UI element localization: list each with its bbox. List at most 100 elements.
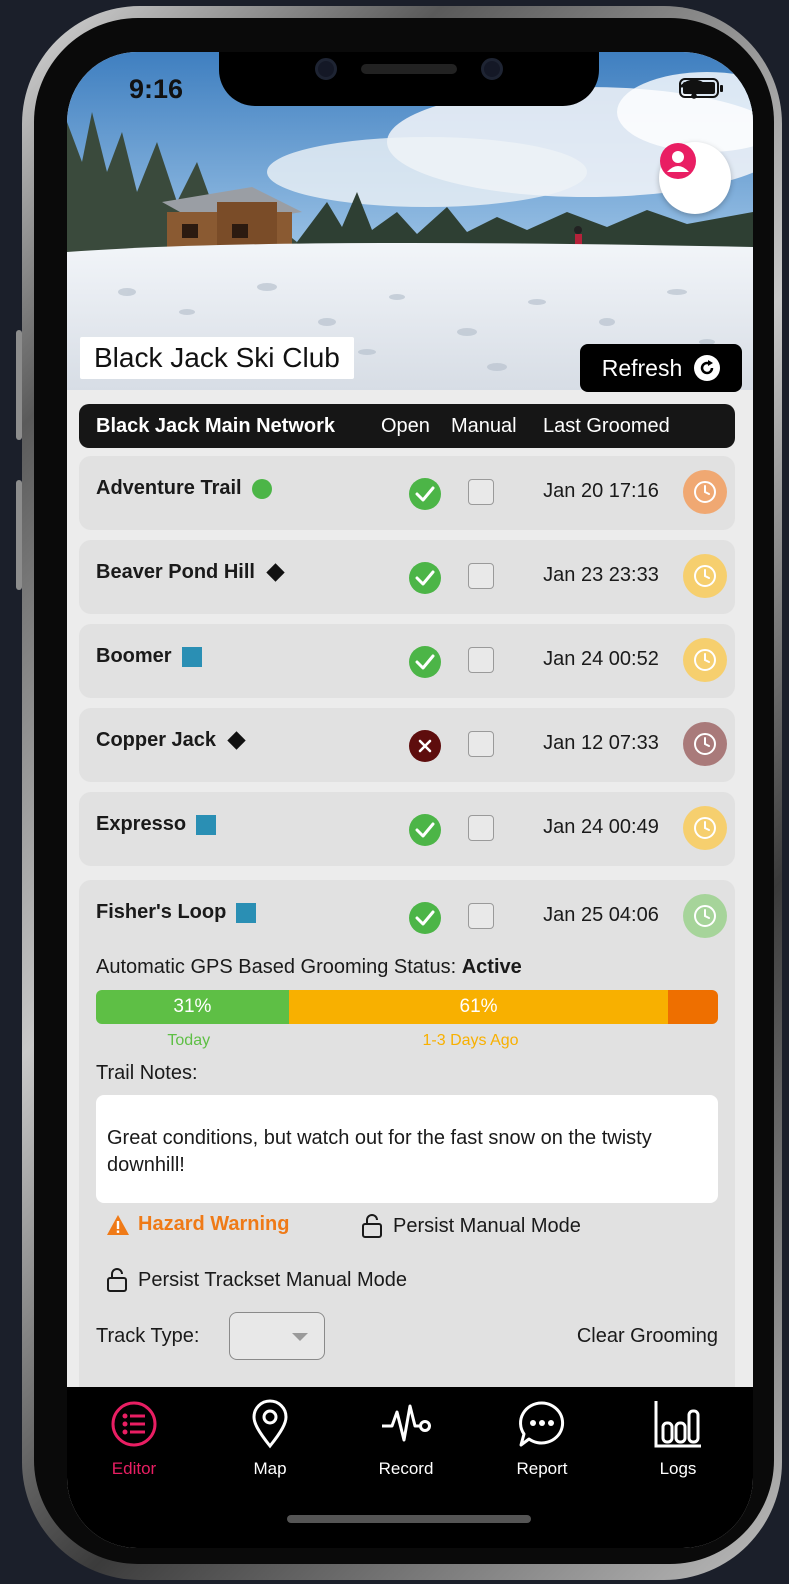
bar-label-recent: 1-3 Days Ago — [422, 1032, 519, 1049]
last-groomed-time: Jan 24 00:49 — [543, 816, 659, 838]
trail-name-label: Expresso — [96, 813, 187, 835]
bar-chart-icon — [618, 1397, 738, 1451]
open-check-icon[interactable] — [409, 902, 441, 934]
last-groomed-time: Jan 23 23:33 — [543, 564, 659, 586]
persist-manual-label: Persist Manual Mode — [393, 1214, 581, 1237]
column-last-groomed: Last Groomed — [543, 415, 670, 437]
trail-row[interactable]: Boomer Jan 24 00:52 — [79, 624, 735, 698]
manual-checkbox[interactable] — [468, 647, 494, 673]
hero-image: 9:16 Black Jack Ski Club — [67, 52, 753, 390]
gps-status-line: Automatic GPS Based Grooming Status: Act… — [96, 956, 522, 979]
network-name: Black Jack Main Network — [96, 415, 335, 437]
trail-row[interactable]: Adventure Trail Jan 20 17:16 — [79, 456, 735, 530]
last-groomed-time: Jan 12 07:33 — [543, 732, 659, 754]
manual-checkbox[interactable] — [468, 815, 494, 841]
gps-status-value: Active — [461, 956, 522, 978]
battery-icon — [679, 78, 723, 98]
gps-status-label: Automatic GPS Based Grooming Status: — [96, 956, 457, 978]
home-indicator — [287, 1515, 531, 1523]
clock-icon[interactable] — [683, 894, 727, 938]
last-groomed-time: Jan 20 17:16 — [543, 480, 659, 502]
status-icons — [679, 78, 723, 99]
unlock-icon — [362, 1214, 382, 1238]
trail-name: Copper Jack — [96, 729, 246, 752]
device-notch — [219, 52, 599, 106]
trail-row[interactable]: Fisher's Loop Jan 25 04:06 — [79, 880, 735, 954]
manual-checkbox[interactable] — [468, 563, 494, 589]
trail-row[interactable]: Expresso Jan 24 00:49 — [79, 792, 735, 866]
trail-row[interactable]: Copper Jack Jan 12 07:33 — [79, 708, 735, 782]
clock-icon[interactable] — [683, 554, 727, 598]
camera-icon — [315, 58, 337, 80]
open-check-icon[interactable] — [409, 814, 441, 846]
map-pin-icon — [210, 1397, 330, 1451]
tab-map-label: Map — [253, 1459, 287, 1478]
track-type-select[interactable] — [229, 1312, 325, 1360]
bar-label-today: Today — [167, 1032, 211, 1049]
tab-report-label: Report — [516, 1459, 568, 1478]
closed-x-icon[interactable] — [409, 730, 441, 762]
app-screen: 9:16 Black Jack Ski Club Refresh Black J… — [67, 52, 753, 1548]
trail-name-label: Fisher's Loop — [96, 901, 227, 923]
bar-segment-today: 31% — [96, 990, 289, 1024]
tab-record[interactable]: Record — [346, 1397, 466, 1479]
blue-square-icon — [236, 902, 257, 923]
trail-name-label: Copper Jack — [96, 729, 217, 751]
trail-name-label: Beaver Pond Hill — [96, 561, 255, 583]
tab-map[interactable]: Map — [210, 1397, 330, 1479]
network-header: Black Jack Main Network Open Manual Last… — [79, 404, 735, 448]
hazard-warning-label: Hazard Warning — [138, 1213, 290, 1235]
speaker-grille — [361, 64, 457, 74]
tab-bar: Editor Map Record Report Logs — [67, 1387, 753, 1548]
sensor-icon — [481, 58, 503, 80]
open-check-icon[interactable] — [409, 478, 441, 510]
tab-editor-label: Editor — [111, 1459, 157, 1478]
chat-bubble-icon — [482, 1397, 602, 1451]
manual-checkbox[interactable] — [468, 479, 494, 505]
trail-name: Fisher's Loop — [96, 901, 257, 924]
trail-notes-box[interactable]: Great conditions, but watch out for the … — [96, 1095, 718, 1203]
clear-grooming-button[interactable]: Clear Grooming — [577, 1325, 718, 1348]
list-icon — [74, 1397, 194, 1451]
refresh-label: Refresh — [601, 354, 683, 381]
unlock-icon — [107, 1268, 127, 1292]
trail-notes-label: Trail Notes: — [96, 1062, 198, 1084]
tab-editor[interactable]: Editor — [74, 1397, 194, 1479]
open-check-icon[interactable] — [409, 562, 441, 594]
last-groomed-time: Jan 25 04:06 — [543, 904, 659, 926]
hazard-warning-button[interactable]: Hazard Warning — [106, 1213, 290, 1236]
volume-button — [16, 480, 22, 590]
tab-logs[interactable]: Logs — [618, 1397, 738, 1479]
clock-icon[interactable] — [683, 722, 727, 766]
status-time: 9:16 — [129, 74, 184, 104]
trail-name-label: Boomer — [96, 645, 172, 667]
persist-manual-toggle[interactable]: Persist Manual Mode — [361, 1213, 581, 1239]
persist-trackset-toggle[interactable]: Persist Trackset Manual Mode — [106, 1267, 407, 1293]
last-groomed-time: Jan 24 00:52 — [543, 648, 659, 670]
warning-triangle-icon — [107, 1214, 129, 1235]
clock-icon[interactable] — [683, 806, 727, 850]
column-open: Open — [381, 415, 430, 437]
club-title: Black Jack Ski Club — [80, 337, 354, 379]
tab-logs-label: Logs — [659, 1459, 697, 1478]
manual-checkbox[interactable] — [468, 903, 494, 929]
open-check-icon[interactable] — [409, 646, 441, 678]
trail-row[interactable]: Beaver Pond Hill Jan 23 23:33 — [79, 540, 735, 614]
green-circle-icon — [251, 478, 272, 499]
chevron-down-icon — [292, 1333, 308, 1341]
tab-report[interactable]: Report — [482, 1397, 602, 1479]
activity-icon — [346, 1397, 466, 1451]
black-diamond-icon — [227, 731, 246, 750]
bar-segment-recent: 61% — [288, 990, 669, 1024]
blue-square-icon — [196, 814, 217, 835]
clock-icon[interactable] — [683, 470, 727, 514]
trail-name: Expresso — [96, 813, 217, 836]
manual-checkbox[interactable] — [468, 731, 494, 757]
track-type-label: Track Type: — [96, 1325, 200, 1347]
refresh-button[interactable]: Refresh — [580, 344, 742, 392]
profile-button[interactable] — [659, 142, 731, 214]
grooming-progress-bar: 31% 61% — [96, 990, 718, 1024]
bar-segment-old — [668, 990, 718, 1024]
trail-name: Adventure Trail — [96, 477, 272, 500]
clock-icon[interactable] — [683, 638, 727, 682]
